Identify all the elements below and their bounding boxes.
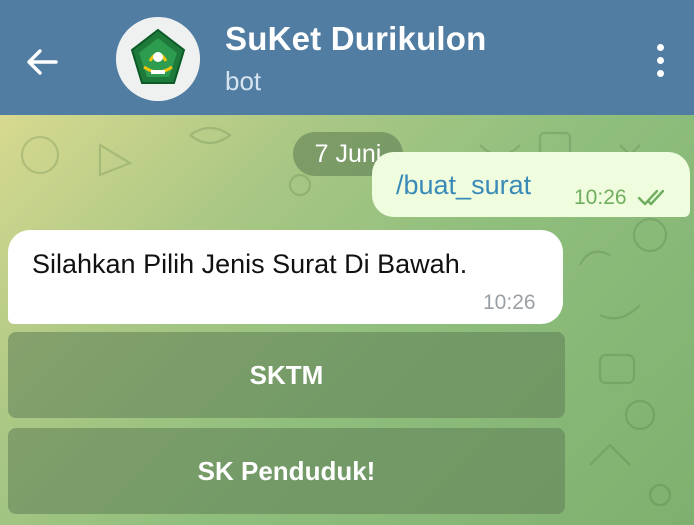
chat-subtitle: bot [225, 66, 262, 96]
avatar[interactable] [116, 17, 200, 101]
outgoing-message-time: 10:26 [574, 186, 627, 209]
dot-icon [656, 69, 664, 77]
back-button[interactable] [18, 38, 66, 86]
dot-icon [656, 56, 664, 64]
double-check-icon [637, 189, 665, 206]
arrow-left-icon [27, 49, 58, 75]
keyboard-button-sktm[interactable]: SKTM [8, 332, 565, 418]
more-options-button[interactable] [640, 40, 680, 80]
keyboard-button-sk-penduduk[interactable]: SK Penduduk! [8, 428, 565, 514]
dot-icon [656, 43, 664, 51]
outgoing-message-text[interactable]: /buat_surat [396, 170, 531, 201]
incoming-message-text: Silahkan Pilih Jenis Surat Di Bawah. [32, 249, 468, 279]
chat-title[interactable]: SuKet Durikulon [225, 20, 487, 58]
incoming-message-time: 10:26 [483, 291, 536, 314]
chat-header: SuKet Durikulon bot [0, 0, 694, 115]
emblem-icon [116, 17, 200, 101]
